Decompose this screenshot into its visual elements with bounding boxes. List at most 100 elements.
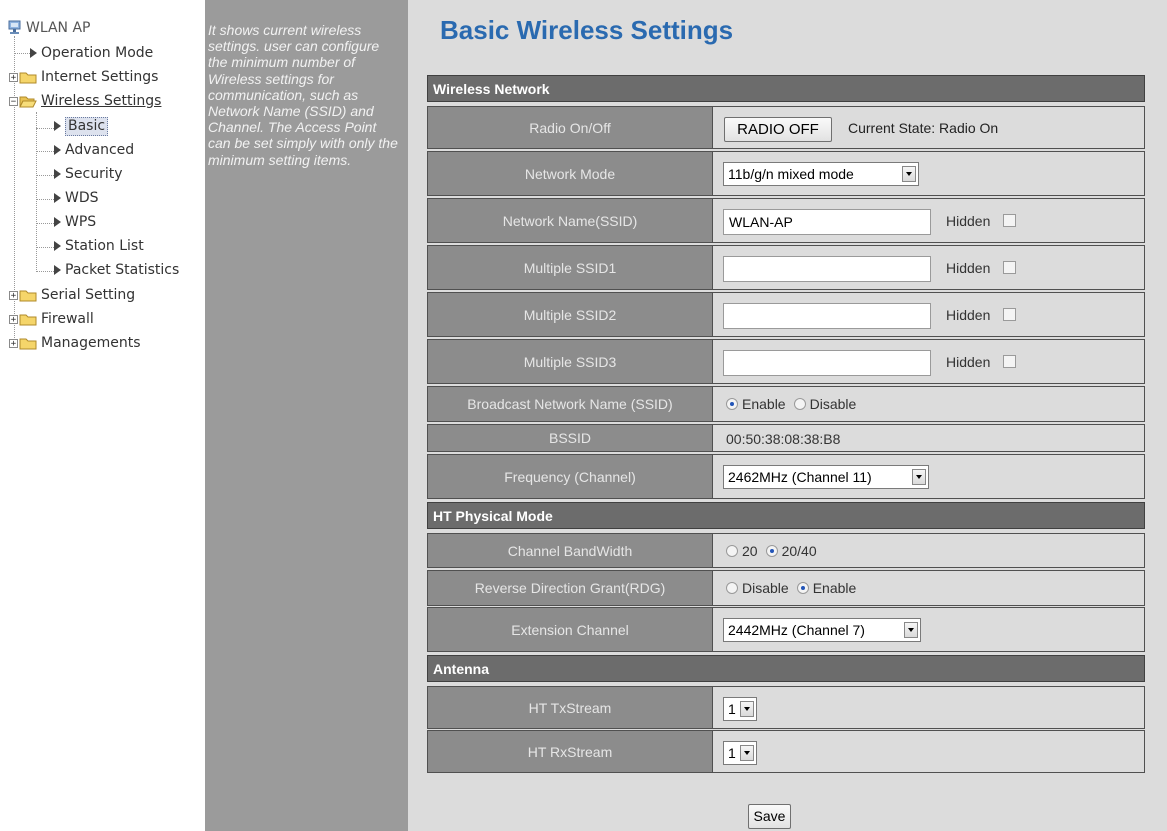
- dropdown-arrow-icon[interactable]: [740, 745, 754, 761]
- page-arrow-icon: [54, 121, 61, 131]
- rx-stream-select[interactable]: 1: [723, 741, 757, 765]
- tree-item-label: Station List: [65, 238, 144, 254]
- row-value: WLAN-AP Hidden: [713, 198, 1145, 243]
- mssid2-hidden-checkbox[interactable]: [1003, 308, 1016, 321]
- row-label: Network Mode: [427, 151, 713, 196]
- row-rdg: Reverse Direction Grant(RDG) Disable Ena…: [427, 570, 1145, 606]
- expand-plus-icon[interactable]: +: [9, 338, 18, 348]
- dropdown-arrow-icon[interactable]: [912, 469, 926, 485]
- section-header-ht-physical-mode: HT Physical Mode: [427, 502, 1145, 529]
- broadcast-enable-radio[interactable]: [726, 398, 738, 410]
- folder-closed-icon: [19, 72, 37, 83]
- mssid1-hidden-checkbox[interactable]: [1003, 261, 1016, 274]
- tree-item-advanced[interactable]: Advanced: [54, 139, 134, 161]
- row-value: Disable Enable: [713, 570, 1145, 606]
- mssid2-input[interactable]: [723, 303, 931, 329]
- row-value: 20 20/40: [713, 533, 1145, 568]
- row-label: Radio On/Off: [427, 106, 713, 149]
- bandwidth-20-radio[interactable]: [726, 544, 738, 557]
- tree-item-managements[interactable]: + Managements: [9, 332, 141, 354]
- select-value: 11b/g/n mixed mode: [728, 166, 854, 182]
- page-arrow-icon: [54, 193, 61, 203]
- row-label: Reverse Direction Grant(RDG): [427, 570, 713, 606]
- row-bssid: BSSID 00:50:38:08:38:B8: [427, 424, 1145, 452]
- page-arrow-icon: [54, 265, 61, 275]
- select-value: 2442MHz (Channel 7): [728, 622, 865, 638]
- row-label: Channel BandWidth: [427, 533, 713, 568]
- row-value: Hidden: [713, 339, 1145, 384]
- tree-item-operation-mode[interactable]: Operation Mode: [30, 42, 153, 64]
- tree-item-wireless-settings[interactable]: − Wireless Settings: [9, 90, 161, 112]
- row-label: Frequency (Channel): [427, 454, 713, 499]
- folder-closed-icon: [19, 314, 37, 325]
- rdg-radio-group: Disable Enable: [726, 571, 864, 605]
- tree-item-label: WPS: [65, 214, 97, 230]
- tree-item-basic[interactable]: Basic: [54, 115, 109, 137]
- row-value: 1: [713, 686, 1145, 729]
- extension-channel-select[interactable]: 2442MHz (Channel 7): [723, 618, 921, 642]
- bandwidth-radio-group: 20 20/40: [726, 534, 825, 567]
- tree-item-security[interactable]: Security: [54, 163, 123, 185]
- ssid-hidden-checkbox[interactable]: [1003, 214, 1016, 227]
- row-mssid1: Multiple SSID1 Hidden: [427, 245, 1145, 290]
- rdg-disable-radio[interactable]: [726, 582, 738, 594]
- tree-connector: [36, 112, 37, 272]
- row-broadcast: Broadcast Network Name (SSID) Enable Dis…: [427, 386, 1145, 422]
- tree-item-internet-settings[interactable]: + Internet Settings: [9, 66, 158, 88]
- tree-item-serial-setting[interactable]: + Serial Setting: [9, 284, 135, 306]
- page-arrow-icon: [30, 48, 37, 58]
- ssid-input[interactable]: WLAN-AP: [723, 209, 931, 235]
- expand-plus-icon[interactable]: +: [9, 314, 18, 324]
- tree-item-label: Basic: [65, 116, 109, 136]
- tree-item-wds[interactable]: WDS: [54, 187, 99, 209]
- row-label: Extension Channel: [427, 607, 713, 652]
- mssid3-hidden-checkbox[interactable]: [1003, 355, 1016, 368]
- radio-off-button[interactable]: RADIO OFF: [724, 117, 832, 142]
- mssid1-input[interactable]: [723, 256, 931, 282]
- row-label: Network Name(SSID): [427, 198, 713, 243]
- rdg-enable-radio[interactable]: [796, 582, 809, 594]
- dropdown-arrow-icon[interactable]: [904, 622, 918, 638]
- tree-item-packet-statistics[interactable]: Packet Statistics: [54, 259, 179, 281]
- page-arrow-icon: [54, 217, 61, 227]
- hidden-label: Hidden: [946, 213, 991, 229]
- broadcast-disable-radio[interactable]: [793, 398, 806, 410]
- row-value: 11b/g/n mixed mode: [713, 151, 1145, 196]
- save-button[interactable]: Save: [748, 804, 791, 829]
- dropdown-arrow-icon[interactable]: [902, 166, 916, 182]
- network-mode-select[interactable]: 11b/g/n mixed mode: [723, 162, 919, 186]
- row-tx-stream: HT TxStream 1: [427, 686, 1145, 729]
- page-arrow-icon: [54, 145, 61, 155]
- tree-item-wps[interactable]: WPS: [54, 211, 96, 233]
- tree-connector: [36, 175, 54, 176]
- dropdown-arrow-icon[interactable]: [740, 701, 754, 717]
- row-value: Enable Disable: [713, 386, 1145, 422]
- collapse-minus-icon[interactable]: −: [9, 96, 18, 106]
- expand-plus-icon[interactable]: +: [9, 72, 18, 82]
- main-content: Basic Wireless Settings Wireless Network…: [408, 0, 1167, 831]
- mssid3-input[interactable]: [723, 350, 931, 376]
- frequency-select[interactable]: 2462MHz (Channel 11): [723, 465, 929, 489]
- tree-item-label: Security: [65, 166, 123, 182]
- section-header-antenna: Antenna: [427, 655, 1145, 682]
- row-label: BSSID: [427, 424, 713, 452]
- row-ssid: Network Name(SSID) WLAN-AP Hidden: [427, 198, 1145, 243]
- tree-connector: [14, 53, 30, 54]
- page-arrow-icon: [54, 169, 61, 179]
- radio-label: Disable: [809, 396, 857, 412]
- row-value: 2462MHz (Channel 11): [713, 454, 1145, 499]
- tree-item-label: Advanced: [65, 142, 135, 158]
- tree-item-firewall[interactable]: + Firewall: [9, 308, 94, 330]
- expand-plus-icon[interactable]: +: [9, 290, 18, 300]
- bandwidth-20-40-radio[interactable]: [765, 544, 778, 557]
- row-label: HT TxStream: [427, 686, 713, 729]
- tx-stream-select[interactable]: 1: [723, 697, 757, 721]
- row-frequency: Frequency (Channel) 2462MHz (Channel 11): [427, 454, 1145, 499]
- row-value: Hidden: [713, 245, 1145, 290]
- tree-root[interactable]: WLAN AP: [8, 17, 90, 39]
- row-label: Multiple SSID2: [427, 292, 713, 337]
- tree-item-label: Packet Statistics: [65, 262, 180, 278]
- folder-closed-icon: [19, 290, 37, 301]
- page-arrow-icon: [54, 241, 61, 251]
- tree-item-station-list[interactable]: Station List: [54, 235, 144, 257]
